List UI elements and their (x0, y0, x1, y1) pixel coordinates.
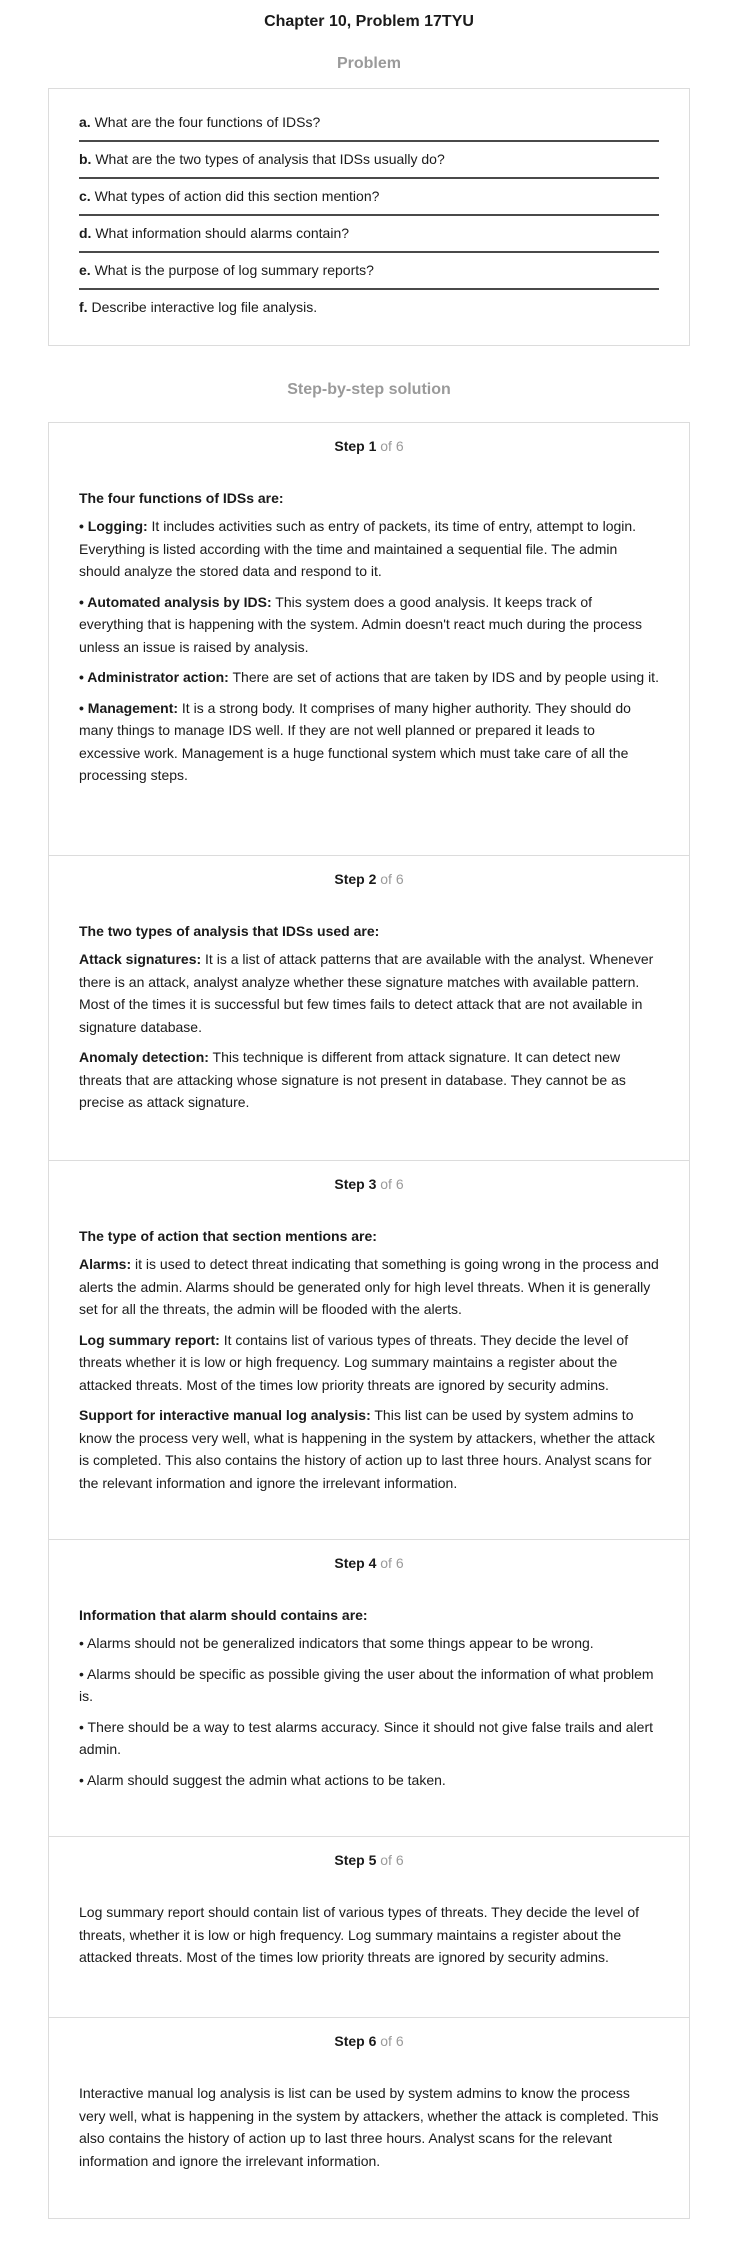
step-paragraph: Anomaly detection: This technique is dif… (79, 1046, 659, 1114)
question-row: b. What are the two types of analysis th… (79, 142, 659, 179)
paragraph-text: Log summary report should contain list o… (79, 1904, 640, 1965)
step-total: of 6 (376, 1852, 404, 1868)
paragraph-text: • Alarms should be specific as possible … (79, 1665, 654, 1705)
step-1: Step 1 of 6 The four functions of IDSs a… (49, 423, 689, 855)
step-number: Step 2 (334, 871, 377, 887)
question-text: What information should alarms contain? (91, 225, 350, 241)
step-total: of 6 (376, 2033, 404, 2049)
step-paragraph: Log summary report: It contains list of … (79, 1329, 659, 1397)
step-total: of 6 (376, 871, 404, 887)
step-paragraph: • Administrator action: There are set of… (79, 666, 659, 689)
step-paragraph: Attack signatures: It is a list of attac… (79, 948, 659, 1038)
paragraph-text: • There should be a way to test alarms a… (79, 1718, 654, 1758)
step-number: Step 4 (334, 1555, 377, 1571)
question-letter: a. (79, 114, 91, 130)
step-heading: Information that alarm should contains a… (79, 1607, 368, 1623)
step-number: Step 3 (334, 1176, 377, 1192)
step-heading: The type of action that section mentions… (79, 1228, 377, 1244)
paragraph-term: • Automated analysis by IDS: (79, 593, 272, 610)
paragraph-term: • Administrator action: (79, 669, 229, 685)
paragraph-text: Interactive manual log analysis is list … (79, 2085, 659, 2169)
step-total: of 6 (376, 1555, 404, 1571)
page-title: Chapter 10, Problem 17TYU (264, 13, 474, 30)
step-total: of 6 (376, 1176, 404, 1192)
paragraph-term: • Logging: (79, 518, 148, 534)
step-label: Step 2 of 6 (79, 870, 659, 888)
question-text: Describe interactive log file analysis. (87, 299, 318, 315)
step-number: Step 6 (334, 2033, 377, 2049)
step-paragraph: • Management: It is a strong body. It co… (79, 697, 659, 787)
question-letter: e. (79, 262, 91, 278)
step-paragraph: • Alarm should suggest the admin what ac… (79, 1769, 659, 1792)
step-paragraph: Alarms: it is used to detect threat indi… (79, 1253, 659, 1321)
paragraph-term: Support for interactive manual log analy… (79, 1407, 371, 1423)
step-label: Step 6 of 6 (79, 2032, 659, 2050)
step-paragraph: • Automated analysis by IDS: This system… (79, 591, 659, 659)
question-text: What are the four functions of IDSs? (90, 114, 321, 130)
step-label: Step 3 of 6 (79, 1175, 659, 1193)
step-heading: The four functions of IDSs are: (79, 490, 284, 506)
step-paragraph: • Alarms should not be generalized indic… (79, 1632, 659, 1655)
question-row: e. What is the purpose of log summary re… (79, 253, 659, 290)
solution-heading: Step-by-step solution (287, 381, 451, 398)
step-total: of 6 (376, 438, 404, 454)
question-letter: d. (79, 225, 92, 241)
question-letter: c. (79, 188, 91, 204)
paragraph-text: it is used to detect threat indicating t… (79, 1256, 659, 1317)
step-paragraph: • Logging: It includes activities such a… (79, 515, 659, 583)
question-row: a. What are the four functions of IDSs? (79, 105, 659, 142)
step-number: Step 1 (334, 438, 377, 454)
paragraph-text: There are set of actions that are taken … (228, 669, 659, 685)
step-6: Step 6 of 6 Interactive manual log analy… (49, 2017, 689, 2218)
step-label: Step 1 of 6 (79, 437, 659, 455)
step-number: Step 5 (334, 1852, 377, 1868)
paragraph-term: Attack signatures: (79, 951, 202, 967)
paragraph-term: • Management: (79, 699, 179, 716)
step-4: Step 4 of 6 Information that alarm shoul… (49, 1539, 689, 1836)
paragraph-text: It includes activities such as entry of … (79, 518, 637, 579)
step-heading: The two types of analysis that IDSs used… (79, 923, 380, 939)
question-row: c. What types of action did this section… (79, 179, 659, 216)
question-row: d. What information should alarms contai… (79, 216, 659, 253)
step-label: Step 4 of 6 (79, 1554, 659, 1572)
question-text: What is the purpose of log summary repor… (90, 262, 374, 278)
question-text: What types of action did this section me… (90, 188, 380, 204)
question-row: f. Describe interactive log file analysi… (79, 290, 659, 325)
paragraph-text: • Alarm should suggest the admin what ac… (79, 1771, 446, 1788)
problem-box: a. What are the four functions of IDSs? … (48, 88, 690, 346)
step-3: Step 3 of 6 The type of action that sect… (49, 1160, 689, 1539)
question-letter: f. (79, 299, 88, 315)
step-2: Step 2 of 6 The two types of analysis th… (49, 855, 689, 1160)
step-paragraph: • Alarms should be specific as possible … (79, 1663, 659, 1708)
step-paragraph: Log summary report should contain list o… (79, 1901, 659, 1969)
step-paragraph: • There should be a way to test alarms a… (79, 1716, 659, 1761)
paragraph-term: Anomaly detection: (79, 1049, 209, 1065)
paragraph-term: Alarms: (79, 1256, 132, 1272)
step-paragraph: Support for interactive manual log analy… (79, 1404, 659, 1494)
paragraph-text: • Alarms should not be generalized indic… (79, 1635, 594, 1651)
paragraph-term: Log summary report: (79, 1331, 220, 1348)
question-letter: b. (79, 151, 92, 167)
step-paragraph: Interactive manual log analysis is list … (79, 2082, 659, 2172)
step-5: Step 5 of 6 Log summary report should co… (49, 1836, 689, 2017)
steps-box: Step 1 of 6 The four functions of IDSs a… (48, 422, 690, 2219)
problem-heading: Problem (336, 55, 401, 72)
step-label: Step 5 of 6 (79, 1851, 659, 1869)
question-text: What are the two types of analysis that … (91, 151, 445, 167)
